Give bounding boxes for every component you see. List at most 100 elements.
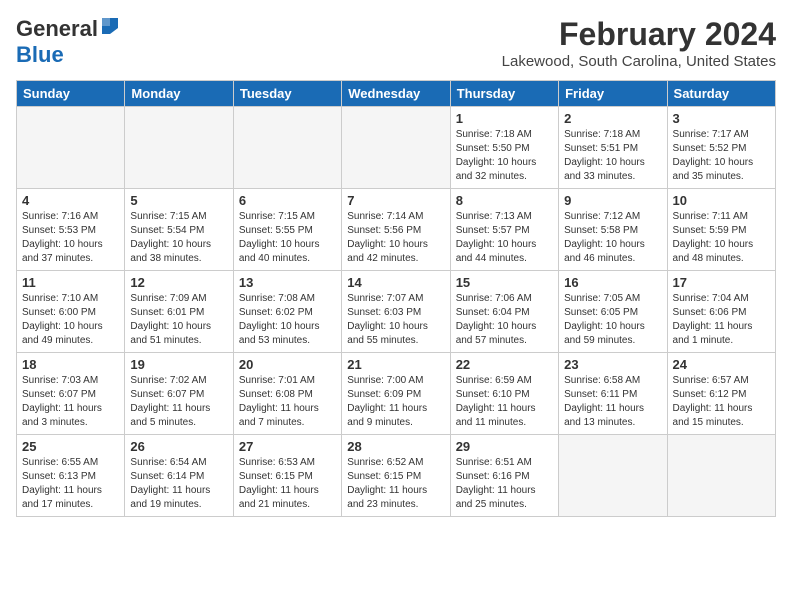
- table-cell: 12 Sunrise: 7:09 AM Sunset: 6:01 PM Dayli…: [125, 271, 233, 353]
- day-number: 1: [456, 111, 553, 126]
- day-info: Sunrise: 7:08 AM Sunset: 6:02 PM Dayligh…: [239, 292, 336, 348]
- table-cell: 8 Sunrise: 7:13 AM Sunset: 5:57 PM Daylig…: [450, 189, 558, 271]
- calendar-subtitle: Lakewood, South Carolina, United States: [502, 53, 776, 70]
- day-info: Sunrise: 7:17 AM Sunset: 5:52 PM Dayligh…: [673, 128, 770, 184]
- day-info: Sunrise: 7:06 AM Sunset: 6:04 PM Dayligh…: [456, 292, 553, 348]
- day-number: 17: [673, 275, 770, 290]
- day-number: 3: [673, 111, 770, 126]
- table-cell: 6 Sunrise: 7:15 AM Sunset: 5:55 PM Daylig…: [233, 189, 341, 271]
- day-number: 10: [673, 193, 770, 208]
- col-friday: Friday: [559, 81, 667, 107]
- table-cell: 7 Sunrise: 7:14 AM Sunset: 5:56 PM Daylig…: [342, 189, 450, 271]
- calendar-header-row: Sunday Monday Tuesday Wednesday Thursday…: [17, 81, 776, 107]
- day-info: Sunrise: 7:13 AM Sunset: 5:57 PM Dayligh…: [456, 210, 553, 266]
- table-cell: [125, 107, 233, 189]
- day-number: 19: [130, 357, 227, 372]
- day-number: 9: [564, 193, 661, 208]
- day-number: 20: [239, 357, 336, 372]
- table-cell: 13 Sunrise: 7:08 AM Sunset: 6:02 PM Dayli…: [233, 271, 341, 353]
- calendar-table: Sunday Monday Tuesday Wednesday Thursday…: [16, 80, 776, 517]
- day-number: 2: [564, 111, 661, 126]
- day-number: 18: [22, 357, 119, 372]
- day-info: Sunrise: 7:15 AM Sunset: 5:54 PM Dayligh…: [130, 210, 227, 266]
- table-cell: 15 Sunrise: 7:06 AM Sunset: 6:04 PM Dayli…: [450, 271, 558, 353]
- day-number: 23: [564, 357, 661, 372]
- day-info: Sunrise: 7:18 AM Sunset: 5:50 PM Dayligh…: [456, 128, 553, 184]
- day-info: Sunrise: 7:15 AM Sunset: 5:55 PM Dayligh…: [239, 210, 336, 266]
- table-cell: 24 Sunrise: 6:57 AM Sunset: 6:12 PM Dayli…: [667, 353, 775, 435]
- day-number: 5: [130, 193, 227, 208]
- day-info: Sunrise: 7:07 AM Sunset: 6:03 PM Dayligh…: [347, 292, 444, 348]
- col-wednesday: Wednesday: [342, 81, 450, 107]
- week-row-2: 4 Sunrise: 7:16 AM Sunset: 5:53 PM Daylig…: [17, 189, 776, 271]
- table-cell: 10 Sunrise: 7:11 AM Sunset: 5:59 PM Dayli…: [667, 189, 775, 271]
- col-saturday: Saturday: [667, 81, 775, 107]
- table-cell: 29Sunrise: 6:51 AM Sunset: 6:16 PM Dayli…: [450, 435, 558, 517]
- table-cell: 9 Sunrise: 7:12 AM Sunset: 5:58 PM Daylig…: [559, 189, 667, 271]
- day-info: Sunrise: 6:53 AM Sunset: 6:15 PM Dayligh…: [239, 456, 336, 512]
- day-info: Sunrise: 7:18 AM Sunset: 5:51 PM Dayligh…: [564, 128, 661, 184]
- col-sunday: Sunday: [17, 81, 125, 107]
- table-cell: 17 Sunrise: 7:04 AM Sunset: 6:06 PM Dayli…: [667, 271, 775, 353]
- table-cell: 14 Sunrise: 7:07 AM Sunset: 6:03 PM Dayli…: [342, 271, 450, 353]
- table-cell: [559, 435, 667, 517]
- day-info: Sunrise: 7:01 AM Sunset: 6:08 PM Dayligh…: [239, 374, 336, 430]
- day-number: 13: [239, 275, 336, 290]
- day-number: 28: [347, 439, 444, 454]
- day-number: 14: [347, 275, 444, 290]
- day-info: Sunrise: 7:02 AM Sunset: 6:07 PM Dayligh…: [130, 374, 227, 430]
- logo: General Blue: [16, 16, 118, 68]
- table-cell: 25 Sunrise: 6:55 AM Sunset: 6:13 PM Dayli…: [17, 435, 125, 517]
- day-info: Sunrise: 6:55 AM Sunset: 6:13 PM Dayligh…: [22, 456, 119, 512]
- table-cell: 19 Sunrise: 7:02 AM Sunset: 6:07 PM Dayli…: [125, 353, 233, 435]
- day-info: Sunrise: 7:12 AM Sunset: 5:58 PM Dayligh…: [564, 210, 661, 266]
- logo-blue-text: Blue: [16, 42, 64, 67]
- day-number: 15: [456, 275, 553, 290]
- week-row-4: 18 Sunrise: 7:03 AM Sunset: 6:07 PM Dayli…: [17, 353, 776, 435]
- day-info: Sunrise: 6:51 AM Sunset: 6:16 PM Dayligh…: [456, 456, 553, 512]
- day-info: Sunrise: 7:14 AM Sunset: 5:56 PM Dayligh…: [347, 210, 444, 266]
- day-info: Sunrise: 6:52 AM Sunset: 6:15 PM Dayligh…: [347, 456, 444, 512]
- table-cell: [233, 107, 341, 189]
- day-number: 12: [130, 275, 227, 290]
- table-cell: [17, 107, 125, 189]
- week-row-3: 11Sunrise: 7:10 AM Sunset: 6:00 PM Dayli…: [17, 271, 776, 353]
- day-info: Sunrise: 7:03 AM Sunset: 6:07 PM Dayligh…: [22, 374, 119, 430]
- day-number: 7: [347, 193, 444, 208]
- day-info: Sunrise: 6:54 AM Sunset: 6:14 PM Dayligh…: [130, 456, 227, 512]
- table-cell: 5 Sunrise: 7:15 AM Sunset: 5:54 PM Daylig…: [125, 189, 233, 271]
- table-cell: 26Sunrise: 6:54 AM Sunset: 6:14 PM Dayli…: [125, 435, 233, 517]
- day-info: Sunrise: 6:57 AM Sunset: 6:12 PM Dayligh…: [673, 374, 770, 430]
- day-info: Sunrise: 7:10 AM Sunset: 6:00 PM Dayligh…: [22, 292, 119, 348]
- col-monday: Monday: [125, 81, 233, 107]
- day-number: 22: [456, 357, 553, 372]
- day-info: Sunrise: 7:09 AM Sunset: 6:01 PM Dayligh…: [130, 292, 227, 348]
- day-info: Sunrise: 7:16 AM Sunset: 5:53 PM Dayligh…: [22, 210, 119, 266]
- day-number: 25: [22, 439, 119, 454]
- day-number: 21: [347, 357, 444, 372]
- day-number: 8: [456, 193, 553, 208]
- table-cell: 4 Sunrise: 7:16 AM Sunset: 5:53 PM Daylig…: [17, 189, 125, 271]
- col-thursday: Thursday: [450, 81, 558, 107]
- day-number: 4: [22, 193, 119, 208]
- table-cell: 28 Sunrise: 6:52 AM Sunset: 6:15 PM Dayli…: [342, 435, 450, 517]
- day-number: 24: [673, 357, 770, 372]
- day-number: 27: [239, 439, 336, 454]
- table-cell: 2 Sunrise: 7:18 AM Sunset: 5:51 PM Daylig…: [559, 107, 667, 189]
- table-cell: 18 Sunrise: 7:03 AM Sunset: 6:07 PM Dayli…: [17, 353, 125, 435]
- table-cell: [667, 435, 775, 517]
- day-info: Sunrise: 7:04 AM Sunset: 6:06 PM Dayligh…: [673, 292, 770, 348]
- header: General Blue February 2024 Lakewood, Sou…: [16, 16, 776, 70]
- calendar-title: February 2024: [502, 16, 776, 53]
- day-info: Sunrise: 7:00 AM Sunset: 6:09 PM Dayligh…: [347, 374, 444, 430]
- table-cell: 27 Sunrise: 6:53 AM Sunset: 6:15 PM Dayli…: [233, 435, 341, 517]
- day-info: Sunrise: 7:11 AM Sunset: 5:59 PM Dayligh…: [673, 210, 770, 266]
- day-info: Sunrise: 6:58 AM Sunset: 6:11 PM Dayligh…: [564, 374, 661, 430]
- table-cell: 11Sunrise: 7:10 AM Sunset: 6:00 PM Dayli…: [17, 271, 125, 353]
- week-row-5: 25 Sunrise: 6:55 AM Sunset: 6:13 PM Dayli…: [17, 435, 776, 517]
- logo-flag-icon: [100, 18, 118, 39]
- table-cell: [342, 107, 450, 189]
- table-cell: 3 Sunrise: 7:17 AM Sunset: 5:52 PM Daylig…: [667, 107, 775, 189]
- day-number: 6: [239, 193, 336, 208]
- day-info: Sunrise: 6:59 AM Sunset: 6:10 PM Dayligh…: [456, 374, 553, 430]
